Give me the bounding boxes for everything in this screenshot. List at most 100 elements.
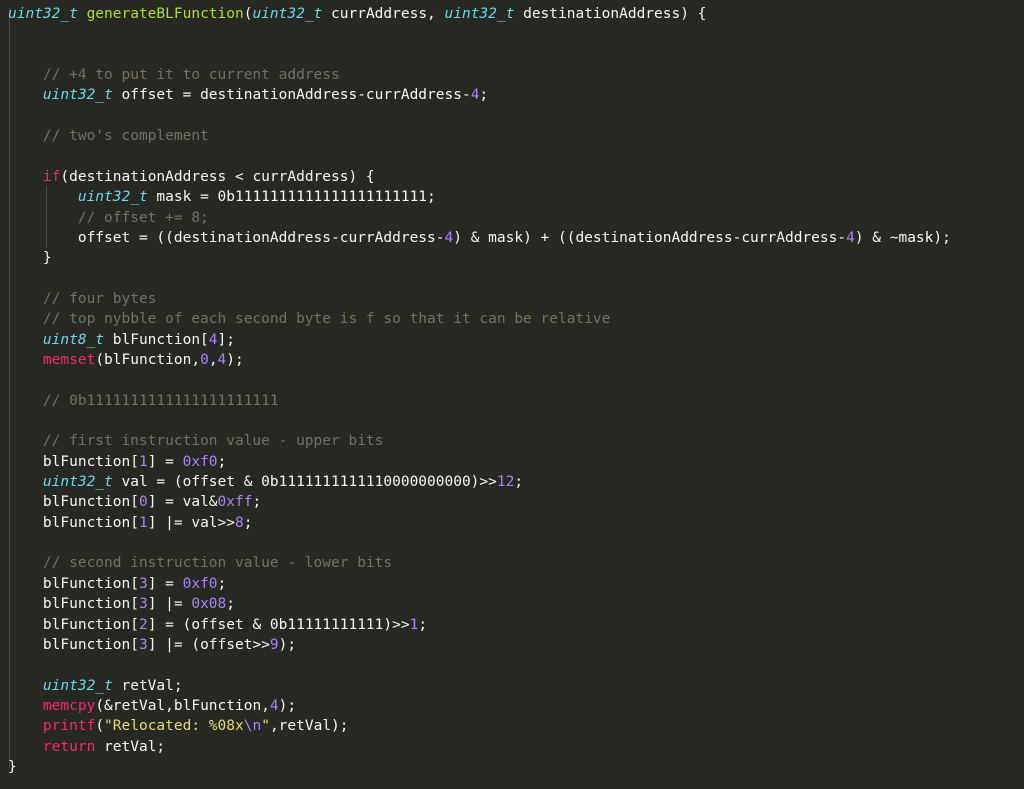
code-line[interactable]: // two's complement xyxy=(8,126,209,146)
code-token: uint32_t xyxy=(42,87,113,104)
code-token: (blFunction, xyxy=(95,351,201,368)
code-token: blFunction[ xyxy=(8,575,139,592)
code-token: 0 xyxy=(200,351,209,368)
code-token: 1 xyxy=(138,453,148,470)
code-line[interactable]: blFunction[3] |= (offset>>9); xyxy=(8,635,296,655)
code-token: uint32_t xyxy=(42,677,113,694)
code-token: ); xyxy=(226,351,244,368)
code-line[interactable]: uint32_t retVal; xyxy=(8,676,183,696)
code-token: 0xf0 xyxy=(182,575,218,592)
code-token: ); xyxy=(278,697,297,714)
code-line[interactable]: blFunction[3] = 0xf0; xyxy=(8,574,226,594)
code-token: , xyxy=(208,351,218,368)
code-token: return xyxy=(42,738,96,755)
code-token: 3 xyxy=(138,596,148,613)
code-token: val = (offset & 0b1111111111110000000000… xyxy=(112,474,497,491)
code-token: generateBLFunction xyxy=(86,6,244,22)
code-token: // second instruction value - lower bits xyxy=(8,555,393,572)
code-token: blFunction[ xyxy=(8,514,139,531)
code-line[interactable]: // second instruction value - lower bits xyxy=(8,553,392,573)
code-line[interactable]: // top nybble of each second byte is f s… xyxy=(8,309,610,329)
code-line[interactable]: blFunction[0] = val&0xff; xyxy=(8,492,261,512)
code-line[interactable]: uint32_t generateBLFunction(uint32_t cur… xyxy=(8,4,706,24)
code-token: ] = xyxy=(147,575,183,592)
code-token: ; xyxy=(243,514,253,531)
code-token: blFunction[ xyxy=(8,596,139,613)
code-token: // offset += 8; xyxy=(8,209,209,226)
code-token: 1 xyxy=(138,514,148,531)
code-token: uint8_t xyxy=(42,331,105,348)
code-token: blFunction[ xyxy=(104,331,209,348)
code-token: // four bytes xyxy=(8,290,157,307)
code-token: retVal; xyxy=(112,677,183,694)
code-token: " xyxy=(261,718,270,735)
code-line[interactable]: uint32_t mask = 0b1111111111111111111111… xyxy=(8,187,436,207)
code-token: 0x08 xyxy=(191,596,227,613)
code-token: ; xyxy=(252,494,262,511)
code-token: } xyxy=(8,250,52,267)
code-token: ; xyxy=(479,87,489,104)
code-token: 0xff xyxy=(217,494,253,511)
code-token: 4 xyxy=(269,697,279,714)
code-line[interactable]: uint32_t val = (offset & 0b1111111111110… xyxy=(8,472,523,492)
code-token: destinationAddress) { xyxy=(514,6,707,22)
code-token: 4 xyxy=(846,229,855,246)
code-token: memset xyxy=(42,351,96,368)
code-token: ); xyxy=(278,636,297,653)
code-token: if xyxy=(42,168,61,185)
code-line[interactable]: memset(blFunction,0,4); xyxy=(8,350,244,370)
code-token: blFunction[ xyxy=(8,616,139,633)
code-token: ; xyxy=(217,575,227,592)
code-token: (&retVal,blFunction, xyxy=(95,697,270,714)
code-token: "Relocated: %08x xyxy=(104,718,244,735)
code-line[interactable]: offset = ((destinationAddress-currAddres… xyxy=(8,228,951,248)
code-line[interactable]: // 0b1111111111111111111111 xyxy=(8,391,279,411)
code-token: 12 xyxy=(496,474,515,491)
code-token: uint32_t xyxy=(42,474,113,491)
code-token: // 0b1111111111111111111111 xyxy=(8,392,279,409)
code-line[interactable]: printf("Relocated: %08x\n",retVal); xyxy=(8,716,349,736)
code-token: // first instruction value - upper bits xyxy=(8,433,384,450)
code-token: ; xyxy=(418,616,428,633)
code-line[interactable]: blFunction[3] |= 0x08; xyxy=(8,594,235,614)
code-line[interactable]: blFunction[1] = 0xf0; xyxy=(8,452,226,472)
code-token: blFunction[ xyxy=(8,494,139,511)
code-line[interactable]: // first instruction value - upper bits xyxy=(8,431,383,451)
code-line[interactable]: uint32_t offset = destinationAddress-cur… xyxy=(8,85,488,105)
code-token: // +4 to put it to current address xyxy=(8,67,340,84)
code-token: ] |= val>> xyxy=(147,514,235,531)
code-line[interactable]: // +4 to put it to current address xyxy=(8,65,340,85)
code-line[interactable]: // four bytes xyxy=(8,289,157,309)
code-token: offset = destinationAddress-currAddress- xyxy=(112,87,471,104)
code-token: uint32_t xyxy=(77,189,148,206)
code-token: 9 xyxy=(269,636,279,653)
code-token: } xyxy=(8,758,17,775)
code-line[interactable]: uint8_t blFunction[4]; xyxy=(8,330,235,350)
code-editor[interactable]: uint32_t generateBLFunction (uint32_t cur… xyxy=(0,0,1024,789)
code-token: retVal; xyxy=(95,738,166,755)
code-line[interactable]: } xyxy=(8,248,52,268)
code-line[interactable]: if(destinationAddress < currAddress) { xyxy=(8,167,375,187)
code-token: ] = val& xyxy=(147,494,218,511)
code-line[interactable]: // offset += 8; xyxy=(8,208,209,228)
code-line[interactable]: } xyxy=(8,757,17,777)
code-line[interactable]: memcpy(&retVal,blFunction,4); xyxy=(8,696,296,716)
code-line[interactable]: blFunction[1] |= val>>8; xyxy=(8,513,253,533)
code-token: 4 xyxy=(208,331,218,348)
code-token: 0 xyxy=(138,494,148,511)
code-token: ; xyxy=(226,596,235,613)
code-token: ) & ~mask); xyxy=(854,229,951,246)
code-line[interactable]: blFunction[2] = (offset & 0b11111111111)… xyxy=(8,615,427,635)
code-token: ,retVal); xyxy=(269,718,349,735)
code-token: 4 xyxy=(444,229,454,246)
code-line[interactable]: return retVal; xyxy=(8,737,165,757)
